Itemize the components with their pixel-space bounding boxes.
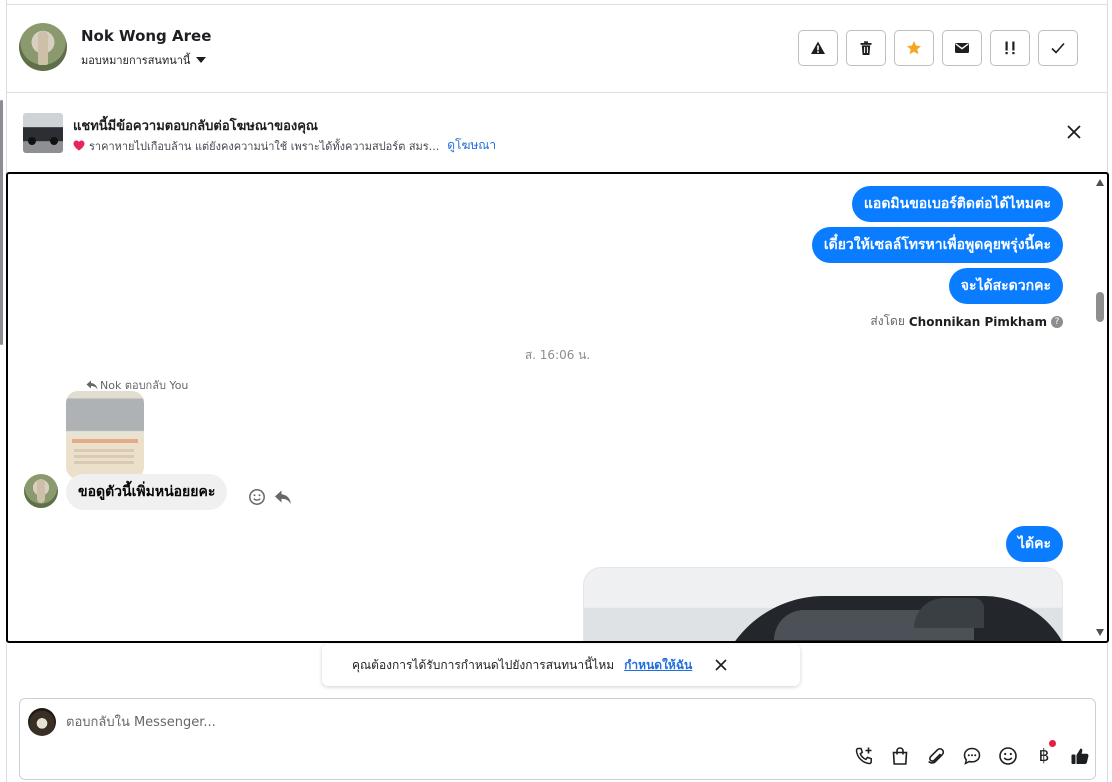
close-icon[interactable] <box>714 658 728 672</box>
mark-done-button[interactable] <box>1038 30 1078 66</box>
check-icon <box>1051 42 1065 54</box>
assign-label: มอบหมายการสนทนานี้ <box>81 54 191 67</box>
thumbs-up-icon <box>1071 748 1089 764</box>
outgoing-message[interactable]: เดี๋ยวให้เซลล์โทรหาเพื่อพูดคุยพรุ่งนี้คะ <box>811 227 1063 263</box>
scroll-up-arrow[interactable] <box>1096 179 1104 186</box>
delete-button[interactable] <box>846 30 886 66</box>
emoji-icon <box>999 747 1017 765</box>
sender-name: Chonnikan Pimkham <box>908 314 1047 329</box>
left-panel-scrollbar[interactable] <box>0 100 3 345</box>
like-button[interactable] <box>1069 745 1091 767</box>
phone-plus-icon <box>855 747 872 765</box>
message-thread[interactable]: แอดมินขอเบอร์ติดต่อได้ไหมคะ เดี๋ยวให้เซล… <box>6 172 1109 643</box>
help-icon[interactable]: ? <box>1051 315 1063 328</box>
sent-by-prefix: ส่งโดย <box>870 314 905 328</box>
scroll-down-arrow[interactable] <box>1096 629 1104 636</box>
ad-banner-description: ราคาหายไปเกือบล้าน แต่ยังคงความน่าใช้ เพ… <box>73 136 496 155</box>
incoming-message[interactable]: ขอดูตัวนี้เพิ่มหน่อยยคะ <box>66 474 228 510</box>
mark-spam-button[interactable] <box>798 30 838 66</box>
close-icon[interactable] <box>1065 123 1083 141</box>
ad-thumbnail[interactable] <box>23 113 63 153</box>
assign-to-me-link[interactable]: กำหนดให้ฉัน <box>624 656 692 675</box>
outgoing-message[interactable]: แอดมินขอเบอร์ติดต่อได้ไหมคะ <box>851 186 1063 222</box>
envelope-icon <box>955 43 969 53</box>
reply-input[interactable] <box>66 711 766 733</box>
notification-dot <box>1049 740 1056 747</box>
ad-banner-title: แชทนี้มีข้อความตอบกลับต่อโฆษณาของคุณ <box>73 119 318 134</box>
reply-icon[interactable] <box>274 488 292 506</box>
star-icon <box>907 41 921 55</box>
header-toolbar <box>798 30 1078 66</box>
message-composer: ฿ <box>19 698 1096 780</box>
emoji-react-icon[interactable] <box>248 488 266 506</box>
message-actions <box>248 488 292 506</box>
outgoing-message[interactable]: ได้คะ <box>1005 526 1063 562</box>
warning-icon <box>811 41 825 54</box>
heart-icon <box>73 140 85 151</box>
shop-button[interactable] <box>889 745 911 767</box>
composer-toolbar: ฿ <box>853 740 1091 767</box>
baht-icon: ฿ <box>1038 746 1050 766</box>
contact-avatar[interactable] <box>19 23 67 71</box>
view-ad-link[interactable]: ดูโฆษณา <box>447 136 496 155</box>
message-timestamp: ส. 16:06 น. <box>524 348 591 362</box>
attach-button[interactable] <box>925 745 947 767</box>
thread-scrollbar[interactable] <box>1093 174 1107 641</box>
page-avatar <box>28 708 56 736</box>
outgoing-photo[interactable] <box>583 567 1063 641</box>
chat-bubble-icon <box>963 747 981 765</box>
ad-reply-banner: แชทนี้มีข้อความตอบกลับต่อโฆษณาของคุณ ราค… <box>7 93 1107 171</box>
paperclip-icon <box>928 747 945 764</box>
shopping-bag-icon <box>892 747 908 765</box>
assign-prompt: คุณต้องการได้รับการกำหนดไปยังการสนทนานี้… <box>322 644 800 686</box>
caret-down-icon <box>196 57 207 63</box>
reply-arrow-icon <box>86 380 98 390</box>
ad-description-text: ราคาหายไปเกือบล้าน แต่ยังคงความน่าใช้ เพ… <box>89 139 440 153</box>
conversation-header: Nok Wong Aree มอบหมายการสนทนานี้ <box>7 5 1107 93</box>
star-button[interactable] <box>894 30 934 66</box>
contact-name[interactable]: Nok Wong Aree <box>81 27 211 45</box>
mark-important-button[interactable] <box>990 30 1030 66</box>
replied-ad-image[interactable] <box>66 391 144 479</box>
mark-unread-button[interactable] <box>942 30 982 66</box>
contact-avatar-small[interactable] <box>24 474 58 508</box>
payment-button[interactable]: ฿ <box>1033 740 1056 767</box>
call-button[interactable] <box>853 745 875 767</box>
emoji-button[interactable] <box>997 745 1019 767</box>
important-icon <box>1005 41 1015 55</box>
sent-by-info: ส่งโดย Chonnikan Pimkham ? <box>870 312 1063 331</box>
saved-replies-button[interactable] <box>961 745 983 767</box>
outgoing-message[interactable]: จะได้สะดวกคะ <box>948 268 1063 304</box>
trash-icon <box>860 41 872 55</box>
assign-prompt-text: คุณต้องการได้รับการกำหนดไปยังการสนทนานี้… <box>352 657 615 672</box>
assign-conversation-dropdown[interactable]: มอบหมายการสนทนานี้ <box>81 51 207 69</box>
scrollbar-thumb[interactable] <box>1096 292 1104 322</box>
